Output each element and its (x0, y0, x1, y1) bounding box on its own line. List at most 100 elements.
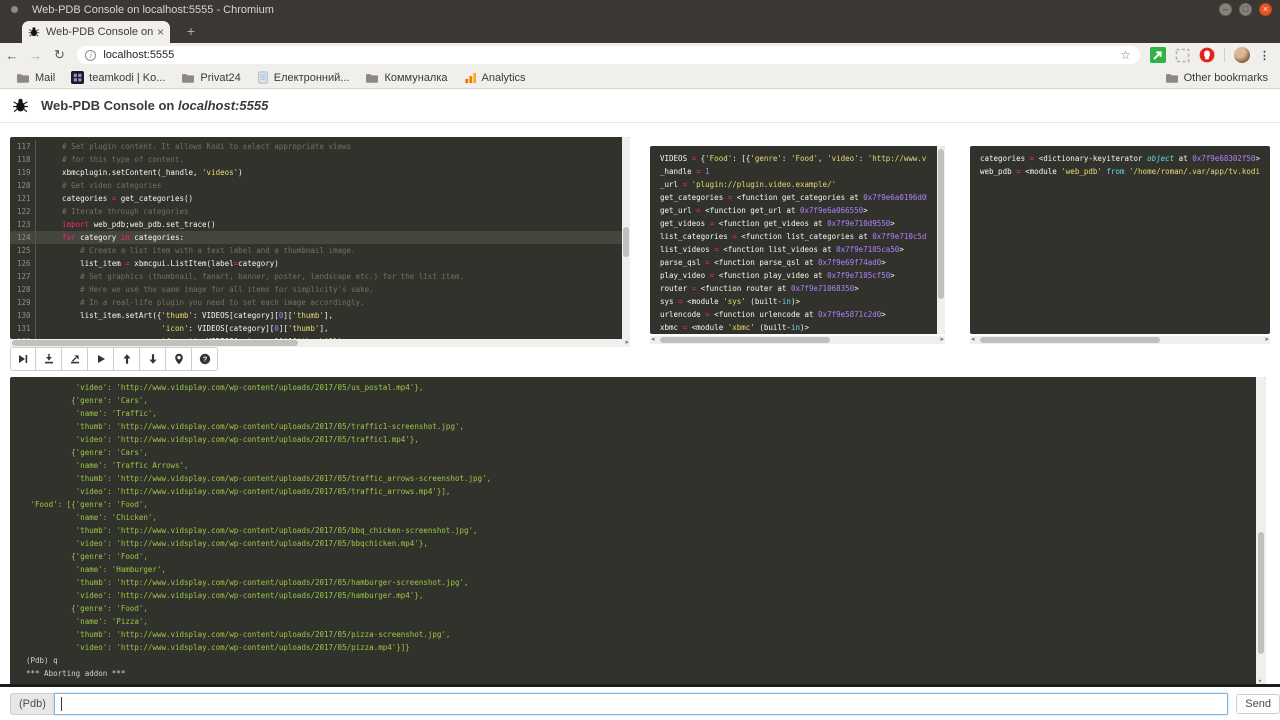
green-arrow-extension-icon[interactable] (1150, 47, 1166, 63)
bookmark-label: Коммуналка (384, 72, 447, 84)
code-lines: 117 # Set plugin content. It allows Kodi… (10, 137, 630, 339)
kodi-icon (71, 71, 84, 84)
browser-menu-icon[interactable]: ⋮ (1259, 49, 1270, 62)
scrollbar-thumb[interactable] (623, 227, 629, 257)
scroll-right-icon[interactable]: ▸ (940, 336, 944, 344)
console-output-line: 'name': 'Traffic Arrows', (26, 459, 1266, 472)
forward-icon[interactable]: → (24, 48, 48, 63)
variable-line: VIDEOS = {'Food': [{'genre': 'Food', 'vi… (660, 152, 927, 165)
bookmark-item[interactable]: Analytics (464, 71, 526, 84)
console-vertical-scrollbar[interactable]: ▾ (1256, 377, 1266, 685)
scroll-right-icon[interactable]: ▸ (1265, 336, 1269, 344)
variable-line: _handle = 1 (660, 165, 927, 178)
code-line: 120 # Get video categories (10, 179, 630, 192)
debug-button-continue[interactable] (88, 347, 114, 371)
code-line: 117 # Set plugin content. It allows Kodi… (10, 140, 630, 153)
tab-strip: Web-PDB Console on loca × + (0, 19, 1280, 43)
pdb-prompt-row: (Pdb) Send (0, 687, 1280, 720)
variable-line: urlencode = <function urlencode at 0x7f9… (660, 308, 927, 321)
scroll-left-icon[interactable]: ◂ (651, 336, 655, 344)
bookmark-item[interactable]: Електронний... (257, 71, 350, 84)
line-number: 117 (10, 140, 36, 153)
globals-vertical-scrollbar[interactable] (937, 146, 945, 334)
address-bar[interactable]: i localhost:5555 ☆ (77, 46, 1140, 64)
minimize-icon[interactable]: – (1219, 3, 1232, 16)
line-number: 128 (10, 283, 36, 296)
code-line: 127 # Set graphics (thumbnail, fanart, b… (10, 270, 630, 283)
code-vertical-scrollbar[interactable] (622, 137, 630, 339)
code-line: 122 # Iterate through categories (10, 205, 630, 218)
bookmark-label: teamkodi | Ko... (89, 72, 165, 84)
red-circle-extension-icon[interactable] (1199, 47, 1215, 63)
debug-button-step[interactable] (36, 347, 62, 371)
reload-icon[interactable]: ↻ (48, 47, 72, 63)
debug-button-down[interactable] (140, 347, 166, 371)
bookmark-item[interactable]: teamkodi | Ko... (71, 71, 165, 84)
console-output-line: 'thumb': 'http://www.vidsplay.com/wp-con… (26, 524, 1266, 537)
console-output-line: 'name': 'Chicken', (26, 511, 1266, 524)
code-horizontal-scrollbar[interactable]: ▸ (10, 339, 630, 347)
variable-line: play_video = <function play_video at 0x7… (660, 269, 927, 282)
dashed-square-extension-icon[interactable] (1175, 48, 1190, 63)
scrollbar-thumb[interactable] (1258, 532, 1264, 654)
variable-line: _url = 'plugin://plugin.video.example/' (660, 178, 927, 191)
bookmark-item[interactable]: Mail (16, 72, 55, 84)
console-output-line: 'thumb': 'http://www.vidsplay.com/wp-con… (26, 472, 1266, 485)
scroll-right-icon[interactable]: ▸ (625, 339, 629, 347)
folder-icon (1165, 72, 1179, 84)
line-number: 122 (10, 205, 36, 218)
console-output-line: {'genre': 'Cars', (26, 446, 1266, 459)
text-caret (61, 697, 62, 711)
debug-button-return[interactable] (62, 347, 88, 371)
window-title: Web-PDB Console on localhost:5555 - Chro… (32, 4, 274, 16)
app-icon (11, 6, 18, 13)
step-out-icon (69, 353, 81, 365)
page-header: Web-PDB Console on localhost:5555 (0, 89, 1280, 123)
tab-close-icon[interactable]: × (157, 25, 164, 39)
globals-horizontal-scrollbar[interactable]: ◂ ▸ (650, 336, 945, 344)
step-into-icon (43, 353, 55, 365)
console-output-line: {'genre': 'Cars', (26, 394, 1266, 407)
pdb-command-input[interactable] (54, 693, 1228, 715)
svg-text:?: ? (202, 355, 207, 364)
new-tab-button[interactable]: + (178, 23, 204, 41)
locals-lines: categories = <dictionary-keyiterator obj… (970, 146, 1270, 178)
globals-lines: VIDEOS = {'Food': [{'genre': 'Food', 'vi… (650, 146, 937, 334)
where-icon (173, 353, 185, 365)
back-icon[interactable]: ← (0, 48, 24, 63)
console-output-line: 'video': 'http://www.vidsplay.com/wp-con… (26, 641, 1266, 654)
star-icon[interactable]: ☆ (1120, 48, 1131, 62)
toolbar-divider (1224, 48, 1225, 62)
bookmark-item[interactable]: Privat24 (181, 72, 240, 84)
console-output-line: 'video': 'http://www.vidsplay.com/wp-con… (26, 433, 1266, 446)
other-bookmarks-button[interactable]: Other bookmarks (1165, 72, 1268, 84)
close-icon[interactable]: × (1259, 3, 1272, 16)
console-output-line: *** Aborting addon *** (26, 667, 1266, 680)
debug-button-next[interactable] (10, 347, 36, 371)
url-text[interactable]: localhost:5555 (103, 49, 174, 61)
debug-toolbar: ? (10, 347, 218, 371)
debug-button-where[interactable] (166, 347, 192, 371)
info-icon[interactable]: i (85, 50, 96, 61)
scrollbar-thumb[interactable] (12, 340, 298, 346)
scroll-left-icon[interactable]: ◂ (971, 336, 975, 344)
console-output-line: 'video': 'http://www.vidsplay.com/wp-con… (26, 537, 1266, 550)
code-line: 128 # Here we use the same image for all… (10, 283, 630, 296)
bookmark-item[interactable]: Коммуналка (365, 72, 447, 84)
locals-horizontal-scrollbar[interactable]: ◂ ▸ (970, 336, 1270, 344)
debug-button-up[interactable] (114, 347, 140, 371)
profile-avatar[interactable] (1234, 47, 1250, 63)
console-output-line: 'Food': [{'genre': 'Food', (26, 498, 1266, 511)
line-number: 129 (10, 296, 36, 309)
scrollbar-thumb[interactable] (938, 149, 944, 299)
scrollbar-thumb[interactable] (980, 337, 1160, 343)
scrollbar-thumb[interactable] (660, 337, 830, 343)
send-button[interactable]: Send (1236, 694, 1280, 714)
browser-tab[interactable]: Web-PDB Console on loca × (22, 21, 170, 43)
pdb-prompt-label: (Pdb) (10, 693, 54, 715)
debug-button-help[interactable]: ? (192, 347, 218, 371)
variable-line: parse_qsl = <function parse_qsl at 0x7f9… (660, 256, 927, 269)
maximize-icon[interactable]: □ (1239, 3, 1252, 16)
bookmark-label: Mail (35, 72, 55, 84)
line-number: 130 (10, 309, 36, 322)
